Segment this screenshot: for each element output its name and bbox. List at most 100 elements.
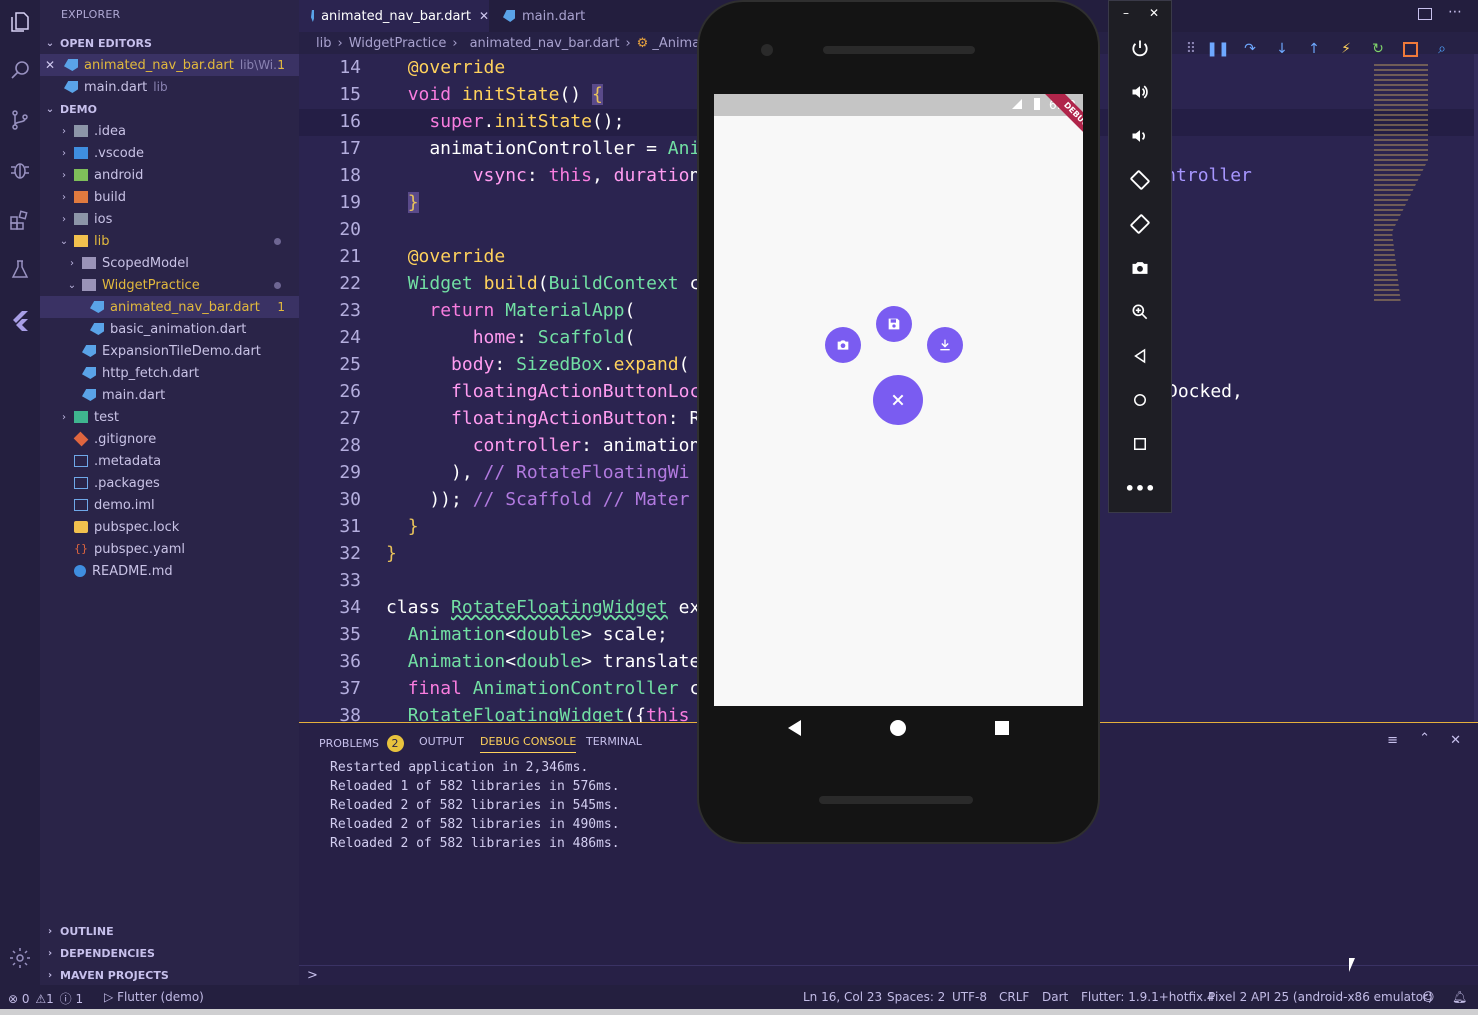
tree-item[interactable]: › build xyxy=(40,186,299,208)
screenshot-icon[interactable] xyxy=(1127,255,1153,281)
flutter-version[interactable]: Flutter: 1.9.1+hotfix.4 xyxy=(1081,990,1215,1004)
tree-item[interactable]: ⌄ WidgetPractice xyxy=(40,274,299,296)
source-control-icon[interactable] xyxy=(4,104,36,136)
tree-item[interactable]: ⌄ lib xyxy=(40,230,299,252)
tree-item[interactable]: .packages xyxy=(40,472,299,494)
search-icon[interactable] xyxy=(4,54,36,86)
tree-item[interactable]: › test xyxy=(40,406,299,428)
close-icon[interactable]: ✕ xyxy=(40,58,60,72)
minimize-icon[interactable]: – xyxy=(1123,6,1129,20)
step-out-icon[interactable]: ↑ xyxy=(1298,36,1330,62)
more-options-icon[interactable]: ••• xyxy=(1125,475,1156,501)
tab-debug-console[interactable]: DEBUG CONSOLE xyxy=(480,735,577,753)
camera-fab[interactable] xyxy=(825,327,861,363)
console-input[interactable]: > xyxy=(299,965,1478,986)
breadcrumb-item[interactable]: animated_nav_bar.dart xyxy=(470,36,620,51)
tab-main[interactable]: main.dart xyxy=(491,0,601,32)
encoding[interactable]: UTF-8 xyxy=(952,990,987,1004)
close-tab-icon[interactable]: ✕ xyxy=(479,9,489,23)
restart-icon[interactable]: ↻ xyxy=(1362,36,1394,62)
tree-item[interactable]: http_fetch.dart xyxy=(40,362,299,384)
tree-item[interactable]: ExpansionTileDemo.dart xyxy=(40,340,299,362)
tree-item[interactable]: demo.iml xyxy=(40,494,299,516)
clear-console-icon[interactable]: ≡ xyxy=(1387,733,1398,748)
cursor-position[interactable]: Ln 16, Col 23 xyxy=(803,990,882,1004)
files-icon[interactable] xyxy=(4,6,36,38)
volume-down-icon[interactable] xyxy=(1127,123,1153,149)
save-fab[interactable] xyxy=(876,306,912,342)
zoom-icon[interactable] xyxy=(1127,299,1153,325)
minimap[interactable] xyxy=(1374,64,1428,304)
step-into-icon[interactable]: ↓ xyxy=(1266,36,1298,62)
flutter-icon[interactable] xyxy=(4,304,36,336)
feedback-icon[interactable]: ☺ xyxy=(1422,990,1435,1004)
tree-item[interactable]: › android xyxy=(40,164,299,186)
code-fragment: Docked, xyxy=(1167,381,1243,402)
step-over-icon[interactable]: ↷ xyxy=(1234,36,1266,62)
drag-handle-icon[interactable]: ⠿ xyxy=(1180,36,1202,62)
tree-item[interactable]: › ScopedModel xyxy=(40,252,299,274)
extensions-icon[interactable] xyxy=(4,204,36,236)
pause-icon[interactable]: ❚❚ xyxy=(1202,36,1234,62)
tree-item[interactable]: .metadata xyxy=(40,450,299,472)
debug-icon[interactable] xyxy=(4,154,36,186)
device-selector[interactable]: Pixel 2 API 25 (android-x86 emulator) xyxy=(1208,990,1433,1004)
open-editor-item[interactable]: ✕ animated_nav_bar.dart lib\Wi... 1 xyxy=(40,54,299,76)
chevron-right-icon: › xyxy=(47,947,53,959)
open-editor-item[interactable]: main.dart lib xyxy=(40,76,299,98)
tree-item[interactable]: › .idea xyxy=(40,120,299,142)
back-icon[interactable] xyxy=(1127,343,1153,369)
settings-icon[interactable] xyxy=(4,942,36,974)
tab-animated-nav-bar[interactable]: animated_nav_bar.dart ✕ xyxy=(299,0,489,32)
open-editors-section[interactable]: ⌄ OPEN EDITORS xyxy=(40,32,299,54)
folder-icon xyxy=(82,257,96,269)
breadcrumb-item[interactable]: WidgetPractice xyxy=(349,36,447,51)
tree-item[interactable]: main.dart xyxy=(40,384,299,406)
split-editor-icon[interactable] xyxy=(1418,8,1432,20)
language-mode[interactable]: Dart xyxy=(1042,990,1068,1004)
tree-item[interactable]: pubspec.lock xyxy=(40,516,299,538)
tree-item[interactable]: README.md xyxy=(40,560,299,582)
project-section[interactable]: ⌄ DEMO xyxy=(40,98,299,120)
tree-item-active[interactable]: animated_nav_bar.dart 1 xyxy=(40,296,299,318)
close-fab[interactable] xyxy=(873,375,923,425)
more-actions-icon[interactable]: ⋯ xyxy=(1448,4,1462,20)
tab-output[interactable]: OUTPUT xyxy=(419,735,464,748)
tree-item[interactable]: › .vscode xyxy=(40,142,299,164)
notifications-icon[interactable]: 🔔︎ xyxy=(1452,990,1467,1004)
dependencies-section[interactable]: › DEPENDENCIES xyxy=(40,942,299,964)
volume-up-icon[interactable] xyxy=(1127,79,1153,105)
recents-nav-icon[interactable] xyxy=(995,721,1009,735)
scrollbar[interactable] xyxy=(1474,54,1478,722)
problems-indicator[interactable]: ⊗ 0 ⚠1 ⓘ 1 xyxy=(8,990,83,1007)
breadcrumb-item[interactable]: lib xyxy=(316,36,331,51)
maximize-panel-icon[interactable]: ⌃ xyxy=(1419,731,1430,746)
tree-item[interactable]: {} pubspec.yaml xyxy=(40,538,299,560)
test-icon[interactable] xyxy=(4,254,36,286)
back-nav-icon[interactable] xyxy=(788,720,801,736)
tab-terminal[interactable]: TERMINAL xyxy=(586,735,642,748)
tree-item[interactable]: .gitignore xyxy=(40,428,299,450)
rotate-right-icon[interactable] xyxy=(1127,211,1153,237)
stop-icon[interactable] xyxy=(1394,36,1426,62)
phone-screen[interactable]: 6:32 DEBUG xyxy=(714,94,1083,706)
inspect-widget-icon[interactable]: ⌕ xyxy=(1426,36,1458,62)
maven-section[interactable]: › MAVEN PROJECTS xyxy=(40,964,299,986)
close-emulator-icon[interactable]: ✕ xyxy=(1149,6,1159,20)
tree-item[interactable]: › ios xyxy=(40,208,299,230)
outline-section[interactable]: › OUTLINE xyxy=(40,920,299,942)
tree-item[interactable]: basic_animation.dart xyxy=(40,318,299,340)
indentation[interactable]: Spaces: 2 xyxy=(887,990,945,1004)
tab-problems[interactable]: PROBLEMS 2 xyxy=(319,735,404,752)
power-icon[interactable] xyxy=(1127,35,1153,61)
home-nav-icon[interactable] xyxy=(890,720,906,736)
hot-reload-icon[interactable]: ⚡ xyxy=(1330,36,1362,62)
close-panel-icon[interactable]: ✕ xyxy=(1450,733,1461,748)
line-endings[interactable]: CRLF xyxy=(999,990,1029,1004)
download-fab[interactable] xyxy=(927,327,963,363)
dart-file-icon xyxy=(82,389,96,401)
home-icon[interactable] xyxy=(1127,387,1153,413)
run-config[interactable]: ▷ Flutter (demo) xyxy=(104,990,204,1004)
rotate-left-icon[interactable] xyxy=(1127,167,1153,193)
overview-icon[interactable] xyxy=(1127,431,1153,457)
